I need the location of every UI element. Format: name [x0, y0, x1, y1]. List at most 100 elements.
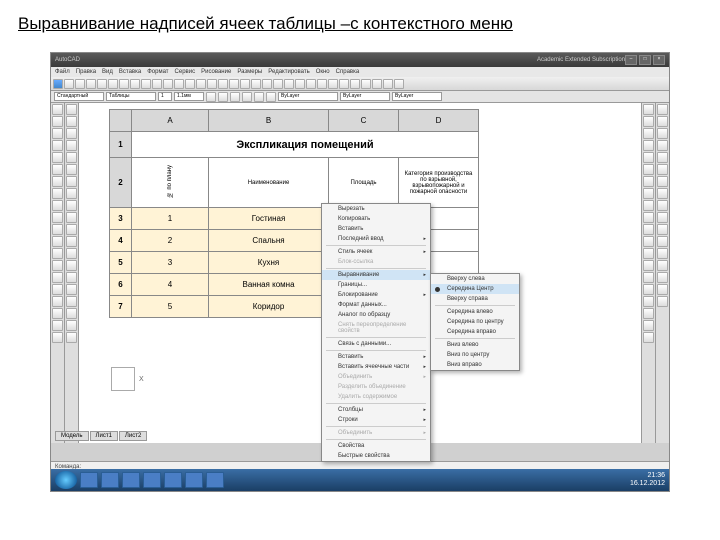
corner-cell[interactable]: [110, 110, 132, 132]
cell[interactable]: 5: [132, 296, 209, 318]
submenu-item[interactable]: Вверху слева: [431, 274, 519, 284]
context-menu-item[interactable]: Свойства: [322, 441, 430, 451]
menu-item[interactable]: Размеры: [237, 69, 262, 75]
cell[interactable]: 3: [132, 252, 209, 274]
tab-model[interactable]: Модель: [55, 431, 89, 441]
menu-item[interactable]: Редактировать: [268, 69, 309, 75]
row-header[interactable]: 3: [110, 208, 132, 230]
tool-button[interactable]: [52, 152, 63, 163]
toolbar-button[interactable]: [383, 79, 393, 89]
toolbar-button[interactable]: [394, 79, 404, 89]
toolbar-button[interactable]: [119, 79, 129, 89]
tool-button[interactable]: [52, 308, 63, 319]
row-header[interactable]: 4: [110, 230, 132, 252]
minimize-button[interactable]: –: [625, 55, 637, 65]
context-menu-item[interactable]: Столбцы: [322, 405, 430, 415]
start-button[interactable]: [55, 471, 77, 489]
tool-button[interactable]: [66, 164, 77, 175]
toolbar-button[interactable]: [295, 79, 305, 89]
row-header[interactable]: 6: [110, 274, 132, 296]
tool-button[interactable]: [643, 176, 654, 187]
col-header[interactable]: D: [399, 110, 479, 132]
tool-button[interactable]: [657, 272, 668, 283]
tool-button[interactable]: [66, 236, 77, 247]
bylayer2-dropdown[interactable]: ByLayer: [340, 92, 390, 101]
tool-button[interactable]: [52, 116, 63, 127]
tool-button[interactable]: [643, 140, 654, 151]
header-cell[interactable]: № по плану: [132, 158, 209, 208]
bylayer3-dropdown[interactable]: ByLayer: [392, 92, 442, 101]
tool-button[interactable]: [643, 164, 654, 175]
submenu-item[interactable]: Середина вправо: [431, 327, 519, 337]
tool-button[interactable]: [657, 128, 668, 139]
tool-button[interactable]: [52, 320, 63, 331]
toolbar-button[interactable]: [266, 92, 276, 102]
tool-button[interactable]: [643, 260, 654, 271]
menu-item[interactable]: Справка: [336, 69, 360, 75]
toolbar-button[interactable]: [97, 79, 107, 89]
tool-button[interactable]: [52, 104, 63, 115]
tool-button[interactable]: [66, 116, 77, 127]
cell[interactable]: Коридор: [209, 296, 329, 318]
menu-item[interactable]: Вид: [102, 69, 113, 75]
taskbar-icon[interactable]: [206, 472, 224, 488]
submenu-item[interactable]: Вниз влево: [431, 340, 519, 350]
context-menu-item[interactable]: Вставить: [322, 224, 430, 234]
tool-button[interactable]: [52, 176, 63, 187]
submenu-item[interactable]: Вниз по центру: [431, 350, 519, 360]
menu-item[interactable]: Рисование: [201, 69, 231, 75]
style-dropdown[interactable]: Стандартный: [54, 92, 104, 101]
toolbar-button[interactable]: [108, 79, 118, 89]
tool-button[interactable]: [643, 236, 654, 247]
layer-dropdown[interactable]: Таблицы: [106, 92, 156, 101]
toolbar-button[interactable]: [75, 79, 85, 89]
context-menu-item[interactable]: Быстрые свойства: [322, 451, 430, 461]
tool-button[interactable]: [643, 332, 654, 343]
tool-button[interactable]: [66, 104, 77, 115]
submenu-item[interactable]: Вверху справа: [431, 294, 519, 304]
tool-button[interactable]: [52, 164, 63, 175]
menu-item[interactable]: Формат: [147, 69, 168, 75]
tool-button[interactable]: [66, 296, 77, 307]
toolbar-button[interactable]: [254, 92, 264, 102]
tool-button[interactable]: [66, 308, 77, 319]
menu-item[interactable]: Сервис: [175, 69, 196, 75]
tool-button[interactable]: [643, 296, 654, 307]
toolbar-button[interactable]: [218, 79, 228, 89]
bylayer-dropdown[interactable]: ByLayer: [278, 92, 338, 101]
row-header[interactable]: 7: [110, 296, 132, 318]
taskbar-icon[interactable]: [143, 472, 161, 488]
toolbar-button[interactable]: [273, 79, 283, 89]
cell[interactable]: Спальня: [209, 230, 329, 252]
cell[interactable]: Ванная комна: [209, 274, 329, 296]
header-cell[interactable]: Категория производства по взрывной, взры…: [399, 158, 479, 208]
menu-item[interactable]: Вставка: [119, 69, 141, 75]
toolbar-button[interactable]: [242, 92, 252, 102]
tool-button[interactable]: [66, 152, 77, 163]
tool-button[interactable]: [657, 116, 668, 127]
toolbar-button[interactable]: [207, 79, 217, 89]
context-menu-item[interactable]: Строки: [322, 415, 430, 425]
tool-button[interactable]: [52, 128, 63, 139]
col-header[interactable]: C: [329, 110, 399, 132]
toolbar-button[interactable]: [196, 79, 206, 89]
tool-button[interactable]: [52, 260, 63, 271]
cell[interactable]: 4: [132, 274, 209, 296]
tool-button[interactable]: [657, 284, 668, 295]
toolbar-button[interactable]: [152, 79, 162, 89]
tool-button[interactable]: [657, 212, 668, 223]
context-menu-item[interactable]: Стиль ячеек: [322, 247, 430, 257]
tool-button[interactable]: [643, 248, 654, 259]
context-menu-item[interactable]: Блокирование: [322, 290, 430, 300]
cell[interactable]: 1: [132, 208, 209, 230]
context-menu-item[interactable]: Вставить ячеечные части: [322, 362, 430, 372]
taskbar-icon[interactable]: [122, 472, 140, 488]
toolbar-button[interactable]: [251, 79, 261, 89]
toolbar-button[interactable]: [372, 79, 382, 89]
tool-button[interactable]: [643, 152, 654, 163]
toolbar-button[interactable]: [174, 79, 184, 89]
tool-button[interactable]: [66, 320, 77, 331]
tool-button[interactable]: [66, 284, 77, 295]
tool-button[interactable]: [643, 284, 654, 295]
toolbar-button[interactable]: [163, 79, 173, 89]
